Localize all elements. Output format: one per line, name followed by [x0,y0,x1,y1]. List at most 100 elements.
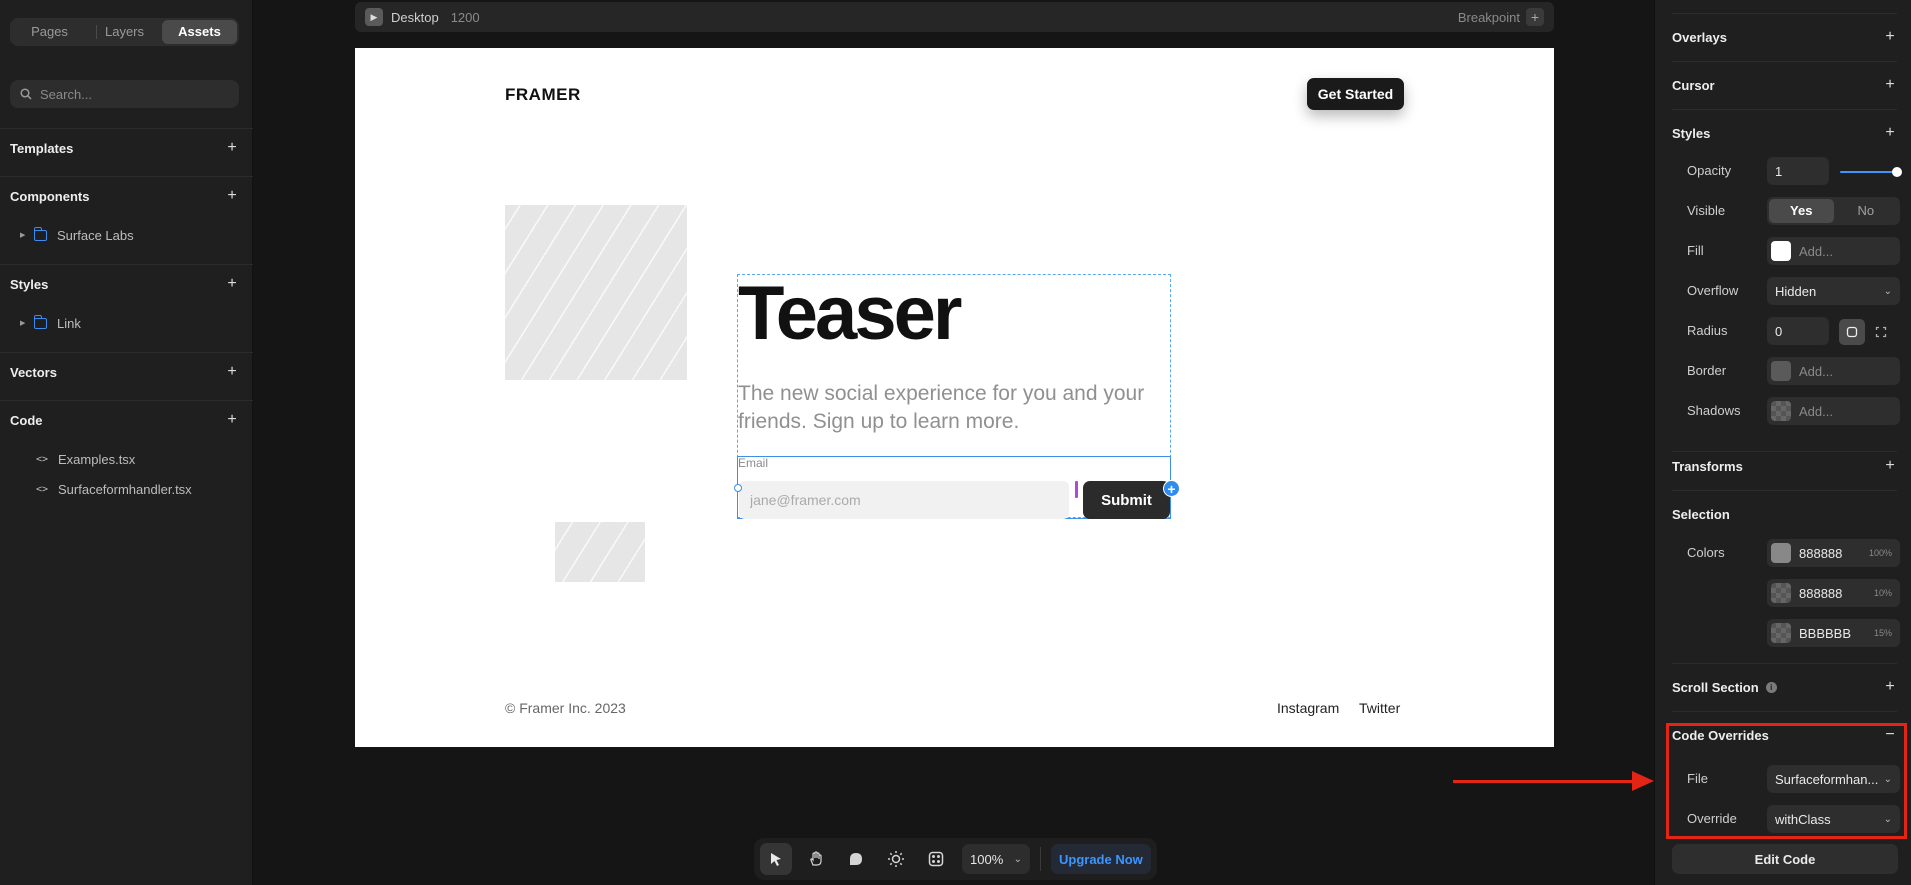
comment-tool-icon[interactable] [840,843,872,875]
color-swatch[interactable] [1771,623,1791,643]
search-input[interactable] [40,86,220,102]
desktop-frame[interactable]: FRAMER Get Started Teaser The new social… [355,48,1554,747]
section-code-overrides[interactable]: Code Overrides − [1672,725,1897,745]
caret-right-icon[interactable]: ▶ [20,319,34,327]
visible-no-option[interactable]: No [1834,199,1899,223]
section-styles[interactable]: Styles + [10,274,239,294]
preview-play-icon[interactable]: ▶ [365,8,383,26]
resize-handle[interactable] [734,484,742,492]
add-scroll-section-icon[interactable]: + [1883,679,1897,695]
tree-item-label: Link [57,315,81,331]
section-overlays[interactable]: Overlays + [1672,27,1897,47]
folder-icon [33,314,47,329]
add-overlay-icon[interactable]: + [1883,29,1897,45]
image-placeholder[interactable] [505,205,687,380]
tab-layers[interactable]: Layers [87,20,162,44]
color-swatch[interactable] [1771,583,1791,603]
section-components[interactable]: Components + [10,186,239,206]
override-label: Override [1687,811,1737,826]
select-tool-icon[interactable] [760,843,792,875]
text-cursor [1075,481,1078,498]
add-vector-icon[interactable]: + [225,364,239,380]
opacity-input[interactable] [1767,157,1829,185]
color-swatch[interactable] [1771,543,1791,563]
assets-search[interactable] [10,80,239,108]
add-template-icon[interactable]: + [225,140,239,156]
radius-field[interactable] [1767,323,1829,339]
section-vectors[interactable]: Vectors + [10,362,239,382]
section-title: Transforms [1672,458,1743,474]
hero-heading[interactable]: Teaser [738,274,962,354]
tree-item-link[interactable]: ▶ Link [20,313,81,333]
code-file-item[interactable]: <> Surfaceformhandler.tsx [36,479,192,499]
edit-code-button[interactable]: Edit Code [1672,844,1898,874]
hero-subheading[interactable]: The new social experience for you and yo… [738,380,1168,436]
site-logo[interactable]: FRAMER [505,85,581,105]
add-cursor-icon[interactable]: + [1883,77,1897,93]
caret-right-icon[interactable]: ▶ [20,231,34,239]
add-code-icon[interactable]: + [225,412,239,428]
tree-item-surface-labs[interactable]: ▶ Surface Labs [20,225,134,245]
add-component-icon[interactable]: + [225,188,239,204]
footer-link-twitter[interactable]: Twitter [1359,700,1400,716]
overflow-select[interactable]: Hidden ⌄ [1767,277,1900,305]
section-title: Cursor [1672,77,1715,93]
add-element-icon[interactable]: + [1163,480,1180,497]
radius-uniform-icon[interactable] [1839,319,1865,345]
shadow-swatch[interactable] [1771,401,1791,421]
section-code[interactable]: Code + [10,410,239,430]
add-style-icon[interactable]: + [1883,125,1897,141]
email-field[interactable] [739,481,1069,519]
selection-color-row[interactable]: 888888 10% [1767,579,1900,607]
section-scroll[interactable]: Scroll Section i + [1672,677,1897,697]
selection-color-row[interactable]: BBBBBB 15% [1767,619,1900,647]
override-file-select[interactable]: Surfaceformhan... ⌄ [1767,765,1900,793]
zoom-select[interactable]: 100% ⌄ [962,844,1030,874]
bottom-toolbar: 100% ⌄ Upgrade Now [754,838,1157,880]
opacity-label: Opacity [1687,163,1732,178]
divider [0,352,253,353]
slider-knob[interactable] [1892,167,1902,177]
divider [1672,490,1897,491]
add-breakpoint-icon[interactable]: + [1526,8,1544,26]
upgrade-now-button[interactable]: Upgrade Now [1051,844,1151,874]
tab-assets[interactable]: Assets [162,20,237,44]
opacity-field[interactable] [1767,163,1829,179]
chevron-down-icon: ⌄ [1883,813,1892,825]
radius-individual-icon[interactable] [1868,319,1894,345]
add-breakpoint[interactable]: Breakpoint + [1458,8,1544,26]
shadows-field[interactable]: Add... [1767,397,1900,425]
breakpoint-name[interactable]: Desktop [391,10,439,25]
add-transform-icon[interactable]: + [1883,458,1897,474]
section-title: Selection [1672,506,1730,522]
override-name-select[interactable]: withClass ⌄ [1767,805,1900,833]
plugins-icon[interactable] [920,843,952,875]
tab-pages[interactable]: Pages [12,20,87,44]
sun-icon[interactable] [880,843,912,875]
add-style-icon[interactable]: + [225,276,239,292]
section-transforms[interactable]: Transforms + [1672,456,1897,476]
color-hex: BBBBBB [1799,625,1852,641]
get-started-button[interactable]: Get Started [1307,78,1404,110]
section-title: Code [10,412,43,428]
visible-toggle[interactable]: Yes No [1767,197,1900,225]
remove-override-icon[interactable]: − [1883,727,1897,743]
code-file-item[interactable]: <> Examples.tsx [36,449,135,469]
footer-link-instagram[interactable]: Instagram [1277,700,1339,716]
hand-tool-icon[interactable] [800,843,832,875]
fill-swatch[interactable] [1771,241,1791,261]
selection-color-row[interactable]: 888888 100% [1767,539,1900,567]
section-styles[interactable]: Styles + [1672,123,1897,143]
section-cursor[interactable]: Cursor + [1672,75,1897,95]
section-templates[interactable]: Templates + [10,138,239,158]
fill-field[interactable]: Add... [1767,237,1900,265]
border-field[interactable]: Add... [1767,357,1900,385]
opacity-slider[interactable] [1840,167,1902,177]
border-swatch[interactable] [1771,361,1791,381]
radius-input[interactable] [1767,317,1829,345]
info-icon[interactable]: i [1765,681,1777,693]
divider [0,128,253,129]
image-placeholder-small[interactable] [555,522,645,582]
visible-yes-option[interactable]: Yes [1769,199,1834,223]
submit-button[interactable]: Submit [1083,481,1170,519]
